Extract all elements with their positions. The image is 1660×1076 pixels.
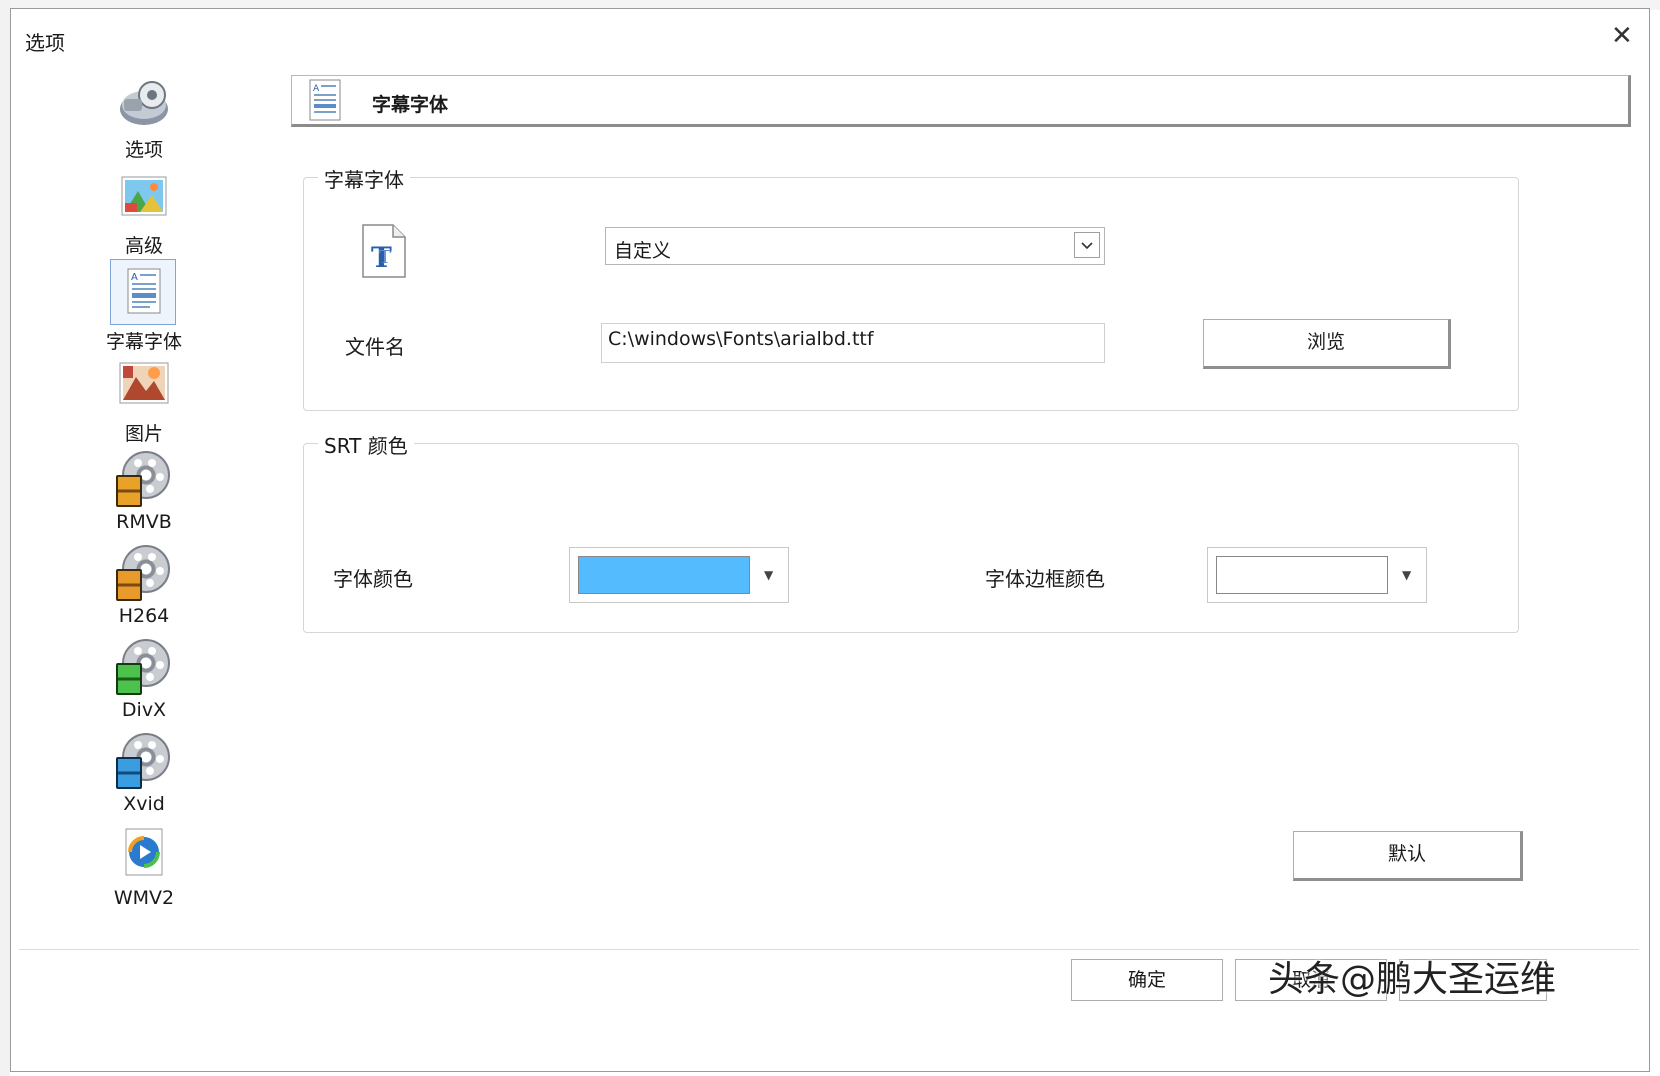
font-color-label: 字体颜色: [333, 567, 413, 591]
filename-label: 文件名: [345, 335, 405, 359]
caret-down-icon: ▼: [764, 568, 774, 582]
group-legend: SRT 颜色: [318, 430, 414, 459]
film-reel-icon: [116, 637, 172, 695]
sidebar-item-xvid[interactable]: Xvid: [84, 731, 204, 815]
section-title: 字幕字体: [372, 94, 449, 116]
dialog-title: 选项: [25, 31, 65, 55]
sidebar-item-rmvb[interactable]: RMVB: [84, 449, 204, 533]
section-header: A 字幕字体: [291, 75, 1631, 127]
chevron-down-icon[interactable]: [1074, 232, 1100, 258]
sidebar-item-label: WMV2: [113, 887, 175, 909]
sidebar-item-label: H264: [118, 605, 170, 627]
ok-button[interactable]: 确定: [1071, 959, 1223, 1001]
font-select[interactable]: 自定义: [605, 227, 1105, 265]
font-color-swatch: [578, 556, 750, 594]
subtitle-font-icon: A: [110, 259, 176, 325]
film-reel-icon: [116, 731, 172, 789]
svg-text:A: A: [131, 272, 138, 283]
sidebar-item-label: DivX: [121, 699, 167, 721]
browse-button[interactable]: 浏览: [1203, 319, 1451, 369]
sidebar-item-h264[interactable]: H264: [84, 543, 204, 627]
sidebar-item-label: 高级: [124, 235, 163, 257]
border-color-picker[interactable]: ▼: [1207, 547, 1427, 603]
svg-text:T: T: [379, 247, 391, 268]
default-button[interactable]: 默认: [1293, 831, 1523, 881]
sidebar-item-subtitle-font[interactable]: A 字幕字体: [84, 259, 204, 354]
sidebar-item-wmv2[interactable]: WMV2: [84, 825, 204, 909]
border-color-label: 字体边框颜色: [985, 567, 1105, 591]
sidebar-item-options[interactable]: 选项: [84, 73, 204, 162]
caret-down-icon: ▼: [1402, 568, 1412, 582]
watermark-overlay: 头条@鹏大圣运维: [1268, 959, 1557, 1000]
sidebar-item-divx[interactable]: DivX: [84, 637, 204, 721]
sidebar-item-label: 图片: [124, 423, 163, 445]
sidebar-item-label: RMVB: [116, 511, 172, 533]
options-dialog: 选项 ✕ 选项 高级 A 字幕字体 图片 RMVB H264 DivX Xvid…: [10, 8, 1650, 1072]
border-color-swatch: [1216, 556, 1388, 594]
filename-field[interactable]: C:\windows\Fonts\arialbd.ttf: [601, 323, 1105, 363]
film-reel-icon: [116, 543, 172, 601]
sidebar-item-advanced[interactable]: 高级: [84, 169, 204, 258]
sidebar-item-picture[interactable]: 图片: [84, 357, 204, 446]
wmv-icon: [116, 825, 172, 881]
sidebar-item-label: 选项: [124, 139, 163, 161]
font-file-icon: T T: [362, 224, 406, 278]
font-color-picker[interactable]: ▼: [569, 547, 789, 603]
svg-text:A: A: [313, 84, 320, 94]
sidebar-item-label: 字幕字体: [105, 331, 182, 353]
picture-icon: [116, 357, 172, 413]
sidebar-item-label: Xvid: [123, 793, 165, 815]
group-legend: 字幕字体: [318, 164, 410, 193]
options-icon: [116, 73, 172, 129]
subtitle-font-icon: A: [309, 79, 341, 121]
close-icon[interactable]: ✕: [1611, 23, 1633, 49]
film-reel-icon: [116, 449, 172, 507]
subtitle-font-group: 字幕字体: [303, 164, 1519, 411]
background-window-edge-left: [0, 0, 10, 1076]
advanced-icon: [116, 169, 172, 225]
srt-color-group: SRT 颜色: [303, 430, 1519, 633]
font-select-value: 自定义: [614, 240, 672, 262]
